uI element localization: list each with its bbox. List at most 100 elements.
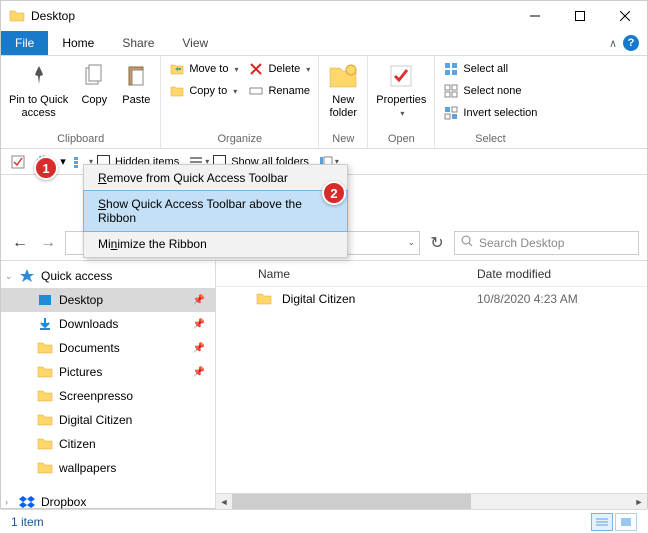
status-bar: 1 item: [1, 509, 647, 533]
pin-icon: [23, 60, 55, 92]
context-remove-qat[interactable]: Remove from Quick Access Toolbar: [84, 165, 347, 191]
group-label: Organize: [217, 131, 262, 148]
search-box[interactable]: Search Desktop: [454, 231, 639, 255]
sidebar: ⌄ Quick access Desktop📌Downloads📌Documen…: [1, 261, 216, 509]
select-all-button[interactable]: Select all: [439, 60, 541, 78]
tab-file[interactable]: File: [1, 31, 48, 55]
rename-icon: [248, 83, 264, 99]
back-button[interactable]: ←: [9, 232, 31, 254]
pin-icon: 📌: [193, 367, 205, 378]
context-menu: Remove from Quick Access Toolbar Show Qu…: [83, 164, 348, 258]
caret-icon[interactable]: ›: [5, 497, 8, 507]
select-all-icon: [443, 61, 459, 77]
sidebar-item-downloads[interactable]: Downloads📌: [1, 312, 215, 336]
sidebar-label: Citizen: [59, 437, 96, 451]
sidebar-item-wallpapers[interactable]: wallpapers: [1, 456, 215, 480]
sidebar-label: Downloads: [59, 317, 118, 331]
group-organize: Move to▾ Copy to▾ Delete▾ Rename Organiz…: [161, 56, 319, 148]
delete-button[interactable]: Delete▾: [244, 60, 314, 78]
search-icon: [461, 235, 473, 250]
group-clipboard: Pin to Quick access Copy Paste Clipboard: [1, 56, 161, 148]
minimize-button[interactable]: [512, 1, 557, 31]
properties-icon: [385, 60, 417, 92]
col-name-header[interactable]: Name: [216, 267, 477, 281]
sidebar-item-digital-citizen[interactable]: Digital Citizen: [1, 408, 215, 432]
invert-selection-button[interactable]: Invert selection: [439, 104, 541, 122]
context-show-above-ribbon[interactable]: Show Quick Access Toolbar above the Ribb…: [83, 190, 348, 232]
paste-button[interactable]: Paste: [116, 58, 156, 109]
select-none-button[interactable]: Select none: [439, 82, 541, 100]
sidebar-item-documents[interactable]: Documents 📌: [1, 336, 215, 360]
chevron-up-icon[interactable]: ∧: [609, 37, 617, 50]
title-bar: Desktop: [1, 1, 647, 31]
col-date-header[interactable]: Date modified: [477, 267, 647, 281]
column-headers: Name Date modified: [216, 261, 647, 287]
group-label: Open: [388, 131, 415, 148]
qat-checkbox-icon[interactable]: [7, 151, 29, 173]
folder-icon: [256, 291, 272, 307]
move-to-button[interactable]: Move to▾: [165, 60, 242, 78]
pin-icon: 📌: [193, 295, 205, 306]
search-placeholder: Search Desktop: [479, 236, 564, 250]
sidebar-dropbox[interactable]: › Dropbox: [1, 490, 215, 509]
paste-icon: [120, 60, 152, 92]
invert-icon: [443, 105, 459, 121]
properties-button[interactable]: Properties▾: [372, 58, 430, 121]
tab-share[interactable]: Share: [108, 31, 168, 55]
new-folder-button[interactable]: New folder: [323, 58, 363, 122]
scroll-left-arrow[interactable]: ◄: [216, 494, 232, 510]
sidebar-label: Pictures: [59, 365, 102, 379]
caret-icon[interactable]: ⌄: [5, 271, 13, 282]
refresh-button[interactable]: ↻: [426, 232, 448, 254]
menu-bar: File Home Share View ∧ ?: [1, 31, 647, 56]
copy-to-button[interactable]: Copy to▾: [165, 82, 242, 100]
sidebar-label: wallpapers: [59, 461, 116, 475]
details-view-button[interactable]: [591, 513, 613, 531]
folder-icon: [37, 316, 53, 332]
move-icon: [169, 61, 185, 77]
sidebar-label: Documents: [59, 341, 120, 355]
ribbon: Pin to Quick access Copy Paste Clipboard…: [1, 56, 647, 149]
folder-icon: [37, 292, 53, 308]
forward-button[interactable]: →: [37, 232, 59, 254]
tab-view[interactable]: View: [168, 31, 222, 55]
folder-icon: [37, 436, 53, 452]
scroll-right-arrow[interactable]: ►: [631, 494, 647, 510]
sidebar-item-screenpresso[interactable]: Screenpresso: [1, 384, 215, 408]
horizontal-scrollbar[interactable]: ◄ ►: [216, 493, 647, 509]
qat-dropdown-icon[interactable]: ▾: [57, 151, 69, 173]
pin-quick-access-button[interactable]: Pin to Quick access: [5, 58, 72, 122]
sidebar-item-desktop[interactable]: Desktop📌: [1, 288, 215, 312]
sidebar-quick-access[interactable]: ⌄ Quick access: [1, 264, 215, 288]
group-label: Clipboard: [57, 131, 104, 148]
copy-icon: [78, 60, 110, 92]
group-new: New folder New: [319, 56, 368, 148]
sidebar-label: Screenpresso: [59, 389, 133, 403]
scroll-thumb[interactable]: [232, 494, 471, 510]
help-icon[interactable]: ?: [623, 35, 639, 51]
sidebar-label: Digital Citizen: [59, 413, 132, 427]
file-name: Digital Citizen: [282, 292, 477, 306]
dropbox-icon: [19, 494, 35, 509]
sidebar-label: Dropbox: [41, 495, 86, 509]
copy-button[interactable]: Copy: [74, 58, 114, 109]
folder-icon: [37, 460, 53, 476]
icons-view-button[interactable]: [615, 513, 637, 531]
sidebar-item-pictures[interactable]: Pictures 📌: [1, 360, 215, 384]
sidebar-label: Quick access: [41, 269, 112, 283]
group-label: New: [332, 131, 354, 148]
delete-icon: [248, 61, 264, 77]
pin-icon: 📌: [193, 343, 205, 354]
close-button[interactable]: [602, 1, 647, 31]
sidebar-item-citizen[interactable]: Citizen: [1, 432, 215, 456]
rename-button[interactable]: Rename: [244, 82, 314, 100]
context-minimize-ribbon[interactable]: Minimize the Ribbon: [84, 231, 347, 257]
maximize-button[interactable]: [557, 1, 602, 31]
tab-home[interactable]: Home: [48, 31, 108, 55]
annotation-badge-1: 1: [34, 156, 58, 180]
folder-icon: [37, 388, 53, 404]
new-folder-icon: [327, 60, 359, 92]
main-area: ⌄ Quick access Desktop📌Downloads📌Documen…: [1, 261, 647, 509]
file-row[interactable]: Digital Citizen 10/8/2020 4:23 AM: [216, 287, 647, 311]
status-text: 1 item: [11, 515, 44, 529]
